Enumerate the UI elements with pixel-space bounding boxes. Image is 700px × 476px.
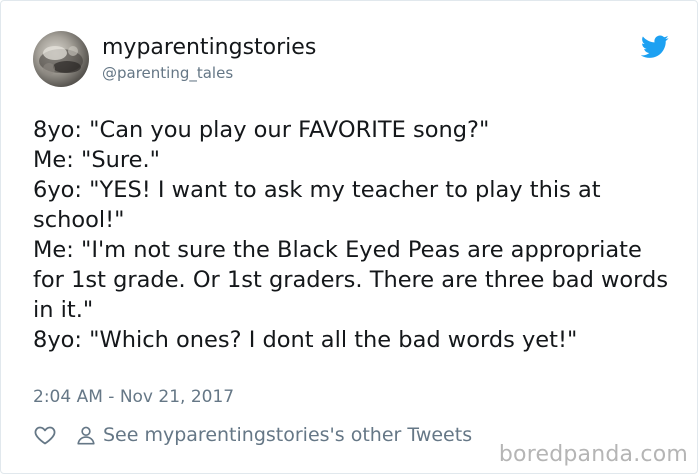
author-display-name[interactable]: myparentingstories <box>102 35 316 61</box>
see-other-tweets-link[interactable]: See myparentingstories's other Tweets <box>103 423 472 447</box>
tweet-card: myparentingstories @parenting_tales 8yo:… <box>0 0 698 474</box>
avatar[interactable] <box>33 31 89 87</box>
tweet-timestamp[interactable]: 2:04 AM - Nov 21, 2017 <box>33 385 234 409</box>
twitter-bird-icon[interactable] <box>641 35 669 59</box>
author-handle[interactable]: @parenting_tales <box>102 63 233 83</box>
tweet-text: 8yo: "Can you play our FAVORITE song?" M… <box>33 117 669 353</box>
person-icon <box>77 426 95 445</box>
avatar-image <box>39 46 83 75</box>
heart-icon[interactable] <box>33 423 57 447</box>
tweet-actions: See myparentingstories's other Tweets <box>33 422 472 448</box>
watermark: boredpanda.com <box>498 442 688 467</box>
